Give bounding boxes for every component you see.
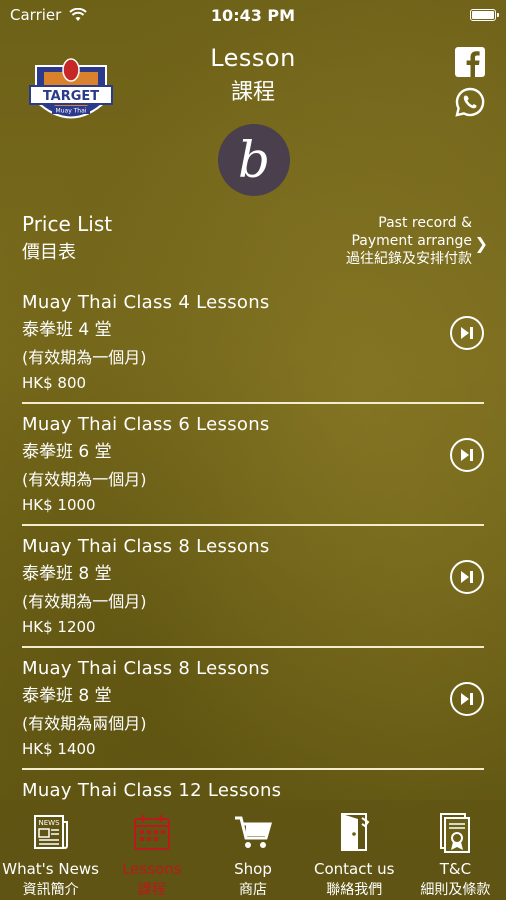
header: TARGET Muay Thai Lesson 課程 b — [0, 38, 506, 198]
svg-text:NEWS: NEWS — [38, 819, 60, 827]
lesson-validity: (有效期為兩個月) — [22, 714, 147, 733]
lesson-title: Muay Thai Class 4 Lessons — [22, 292, 270, 313]
lesson-validity: (有效期為一個月) — [22, 592, 147, 611]
tab-label-zh: 課程 — [137, 882, 166, 898]
newspaper-icon: NEWS — [33, 815, 68, 849]
next-track-icon[interactable] — [450, 438, 484, 472]
next-track-icon[interactable] — [450, 560, 484, 594]
battery-icon — [470, 9, 499, 21]
status-left: Carrier — [10, 6, 180, 24]
past-record-link[interactable]: Past record & Payment arrange 過往紀錄及安排付款 — [346, 214, 472, 268]
next-track-icon[interactable] — [450, 316, 484, 350]
lesson-item[interactable]: Muay Thai Class 8 Lessons 泰拳班 8 堂 (有效期為一… — [0, 526, 506, 648]
document-icon — [440, 813, 471, 853]
tab-label-zh: 聯絡我們 — [326, 882, 383, 898]
lesson-title-zh: 泰拳班 6 堂 — [22, 442, 112, 462]
tab-label: Lessons — [122, 860, 182, 878]
tab-label-zh: 細則及條款 — [420, 882, 491, 898]
price-list-title-block: Price List 價目表 — [22, 212, 112, 264]
lesson-price: HK$ 800 — [22, 374, 87, 392]
booking-badge[interactable]: b — [218, 124, 290, 196]
status-time: 10:43 PM — [210, 5, 296, 25]
facebook-icon[interactable] — [454, 46, 486, 78]
lesson-title: Muay Thai Class 12 Lessons — [22, 780, 282, 801]
price-list-header: Price List 價目表 Past record & Payment arr… — [22, 212, 488, 268]
page-title-block: Lesson 課程 — [178, 44, 328, 106]
tab-label-zh: 商店 — [239, 882, 267, 898]
tab-whats-news[interactable]: NEWS What's News 資訊簡介 — [0, 800, 101, 900]
lesson-item[interactable]: Muay Thai Class 6 Lessons 泰拳班 6 堂 (有效期為一… — [0, 404, 506, 526]
tab-label: T&C — [439, 860, 472, 878]
booking-badge-letter: b — [237, 131, 270, 189]
page-title: Lesson — [210, 44, 296, 72]
page-title-zh: 課程 — [230, 80, 275, 105]
tab-lessons[interactable]: Lessons 課程 — [101, 800, 202, 900]
whatsapp-icon[interactable] — [454, 86, 486, 118]
lesson-validity: (有效期為一個月) — [22, 470, 147, 489]
lesson-title: Muay Thai Class 8 Lessons — [22, 536, 270, 557]
target-muay-thai-logo: TARGET Muay Thai — [29, 58, 113, 119]
lesson-title: Muay Thai Class 8 Lessons — [22, 658, 270, 679]
tab-terms[interactable]: T&C 細則及條款 — [405, 800, 506, 900]
lesson-item[interactable]: Muay Thai Class 8 Lessons 泰拳班 8 堂 (有效期為兩… — [0, 648, 506, 770]
lesson-validity: (有效期為一個月) — [22, 348, 147, 367]
tab-shop[interactable]: Shop 商店 — [202, 800, 303, 900]
logo-subtext: Muay Thai — [56, 108, 87, 115]
tab-bar: NEWS What's News 資訊簡介 Lessons 課程 Shop 商店… — [0, 800, 506, 900]
calendar-icon — [133, 815, 170, 850]
price-list-title-zh: 價目表 — [22, 242, 76, 263]
past-record-line2: Payment arrange — [351, 233, 472, 249]
past-record-zh: 過往紀錄及安排付款 — [346, 251, 472, 267]
lesson-title-zh: 泰拳班 4 堂 — [22, 320, 112, 340]
lesson-item[interactable]: Muay Thai Class 4 Lessons 泰拳班 4 堂 (有效期為一… — [0, 282, 506, 404]
tab-label: What's News — [2, 860, 99, 878]
logo-text: TARGET — [43, 89, 99, 104]
tab-contact-us[interactable]: Contact us 聯絡我們 — [304, 800, 405, 900]
door-icon — [341, 813, 370, 851]
lesson-price: HK$ 1200 — [22, 618, 96, 636]
lesson-title: Muay Thai Class 6 Lessons — [22, 414, 270, 435]
wifi-icon — [69, 8, 88, 21]
carrier-label: Carrier — [10, 6, 62, 24]
chevron-right-icon[interactable]: ❯ — [475, 234, 488, 253]
next-track-icon[interactable] — [450, 682, 484, 716]
lesson-title-zh: 泰拳班 8 堂 — [22, 564, 112, 584]
status-right — [326, 9, 499, 21]
tab-label-zh: 資訊簡介 — [22, 882, 79, 898]
lesson-price: HK$ 1400 — [22, 740, 96, 758]
price-list-title: Price List — [22, 212, 113, 236]
lesson-title-zh: 泰拳班 8 堂 — [22, 686, 112, 706]
tab-label: Shop — [234, 860, 272, 878]
tab-label: Contact us — [313, 860, 395, 878]
past-record-line1: Past record & — [378, 215, 472, 231]
cart-icon — [235, 816, 272, 848]
lesson-price: HK$ 1000 — [22, 496, 96, 514]
status-bar: Carrier 10:43 PM — [0, 0, 506, 30]
